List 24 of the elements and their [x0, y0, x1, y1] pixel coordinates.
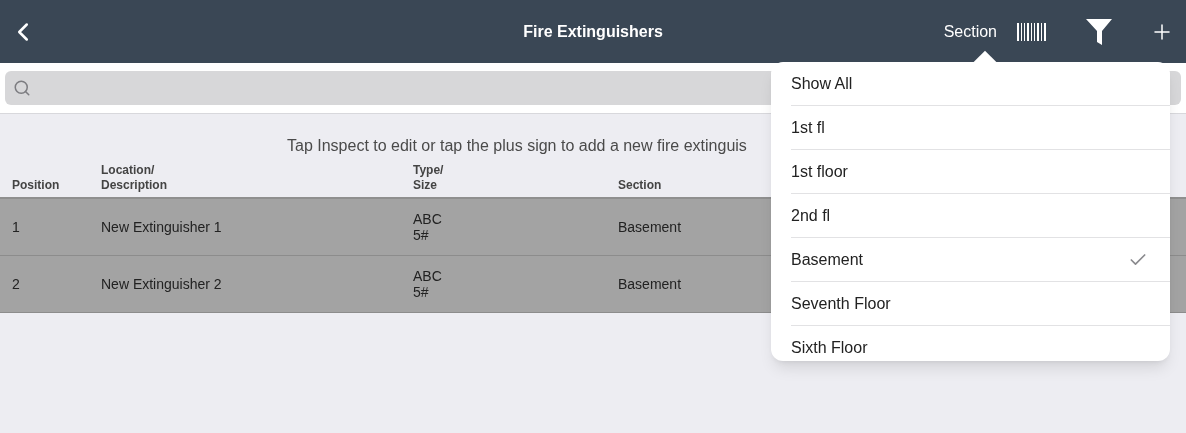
column-header: Location/ Description [101, 163, 167, 193]
search-icon [13, 79, 31, 97]
table-cell: 1 [12, 219, 20, 235]
table-cell: New Extinguisher 1 [101, 219, 222, 235]
table-cell: Basement [618, 276, 682, 292]
column-header: Type/ Size [413, 163, 444, 193]
table-cell: ABC 5# [413, 268, 442, 300]
column-header: Section [618, 178, 662, 193]
table-cell: New Extinguisher 2 [101, 276, 222, 292]
barcode-icon[interactable] [1017, 22, 1046, 41]
column-header: Position [12, 178, 60, 193]
instruction-text: Tap Inspect to edit or tap the plus sign to add a new fire extinguis [287, 136, 747, 156]
menu-item[interactable]: 1st floor [791, 150, 1170, 194]
table-cell: ABC 5# [413, 211, 442, 243]
menu-item[interactable]: 2nd fl [791, 194, 1170, 238]
table-cell: 2 [12, 276, 20, 292]
filter-icon[interactable] [1084, 16, 1114, 47]
menu-item[interactable]: Seventh Floor [791, 282, 1170, 326]
menu-item[interactable]: 1st fl [791, 106, 1170, 150]
section-button[interactable]: Section [943, 19, 997, 44]
table-cell: Basement [618, 219, 682, 235]
menu-item[interactable]: Basement [791, 238, 1170, 282]
page-title: Fire Extinguishers [523, 21, 663, 42]
menu-item[interactable]: Sixth Floor [791, 326, 1170, 361]
